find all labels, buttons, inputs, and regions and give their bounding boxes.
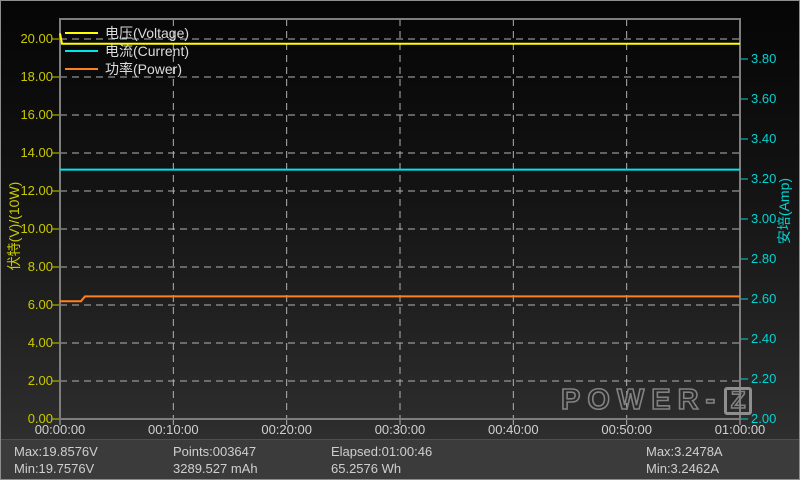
status-bar: Max:19.8576V Min:19.7576V Points:003647 … [1, 439, 800, 480]
right-axis-tick-label: 3.60 [751, 91, 776, 107]
brand-logo-z-icon: Z [724, 387, 752, 415]
left-axis-tick-label: 18.00 [1, 69, 53, 85]
status-energy: 65.2576 Wh [331, 460, 432, 477]
left-axis-tick-label: 20.00 [1, 31, 53, 47]
legend-label-voltage: 电压(Voltage) [105, 23, 189, 43]
status-capacity: 3289.527 mAh [173, 460, 258, 477]
status-elapsed-energy: Elapsed:01:00:46 65.2576 Wh [331, 443, 432, 477]
brand-logo: POWER- Z [561, 385, 752, 416]
right-axis-tick-label: 3.40 [751, 131, 776, 147]
legend-label-current: 电流(Current) [105, 41, 189, 61]
legend-item-current[interactable]: 电流(Current) [65, 42, 189, 60]
right-axis-title: 安培(Amp) [774, 178, 794, 244]
legend-swatch-power [65, 68, 98, 70]
legend-swatch-current [65, 50, 98, 52]
left-axis-tick-label: 10.00 [1, 221, 53, 237]
status-voltage-max: Max:19.8576V [14, 443, 98, 460]
left-axis-tick-label: 6.00 [1, 297, 53, 313]
status-current-min: Min:3.2462A [646, 460, 723, 477]
status-voltage: Max:19.8576V Min:19.7576V [14, 443, 98, 477]
right-axis-tick-label: 2.80 [751, 251, 776, 267]
right-axis-tick-label: 3.20 [751, 171, 776, 187]
x-axis-tick-label: 00:00:00 [15, 422, 105, 437]
left-axis-tick-label: 16.00 [1, 107, 53, 123]
legend: 电压(Voltage)电流(Current)功率(Power) [65, 24, 189, 78]
chart-area: 伏特(V)/(10W) 安培(Amp) 电压(Voltage)电流(Curren… [1, 1, 800, 439]
x-axis-tick-label: 00:50:00 [582, 422, 672, 437]
status-current: Max:3.2478A Min:3.2462A [646, 443, 723, 477]
legend-swatch-voltage [65, 32, 98, 34]
right-axis-tick-label: 3.00 [751, 211, 776, 227]
status-voltage-min: Min:19.7576V [14, 460, 98, 477]
left-axis-tick-label: 4.00 [1, 335, 53, 351]
power-z-chart-window: 伏特(V)/(10W) 安培(Amp) 电压(Voltage)电流(Curren… [0, 0, 800, 480]
right-axis-tick-label: 3.80 [751, 51, 776, 67]
x-axis-tick-label: 00:10:00 [128, 422, 218, 437]
status-current-max: Max:3.2478A [646, 443, 723, 460]
brand-logo-text: POWER- [561, 384, 722, 417]
status-elapsed: Elapsed:01:00:46 [331, 443, 432, 460]
x-axis-tick-label: 01:00:00 [695, 422, 785, 437]
right-axis-tick-label: 2.40 [751, 331, 776, 347]
legend-item-voltage[interactable]: 电压(Voltage) [65, 24, 189, 42]
x-axis-tick-label: 00:30:00 [355, 422, 445, 437]
right-axis-tick-label: 2.20 [751, 371, 776, 387]
status-points: Points:003647 [173, 443, 258, 460]
legend-label-power: 功率(Power) [105, 59, 182, 79]
x-axis-tick-label: 00:40:00 [468, 422, 558, 437]
right-axis-tick-label: 2.60 [751, 291, 776, 307]
left-axis-tick-label: 12.00 [1, 183, 53, 199]
left-axis-tick-label: 14.00 [1, 145, 53, 161]
legend-item-power[interactable]: 功率(Power) [65, 60, 189, 78]
left-axis-tick-label: 8.00 [1, 259, 53, 275]
status-points-capacity: Points:003647 3289.527 mAh [173, 443, 258, 477]
left-axis-tick-label: 2.00 [1, 373, 53, 389]
x-axis-tick-label: 00:20:00 [242, 422, 332, 437]
